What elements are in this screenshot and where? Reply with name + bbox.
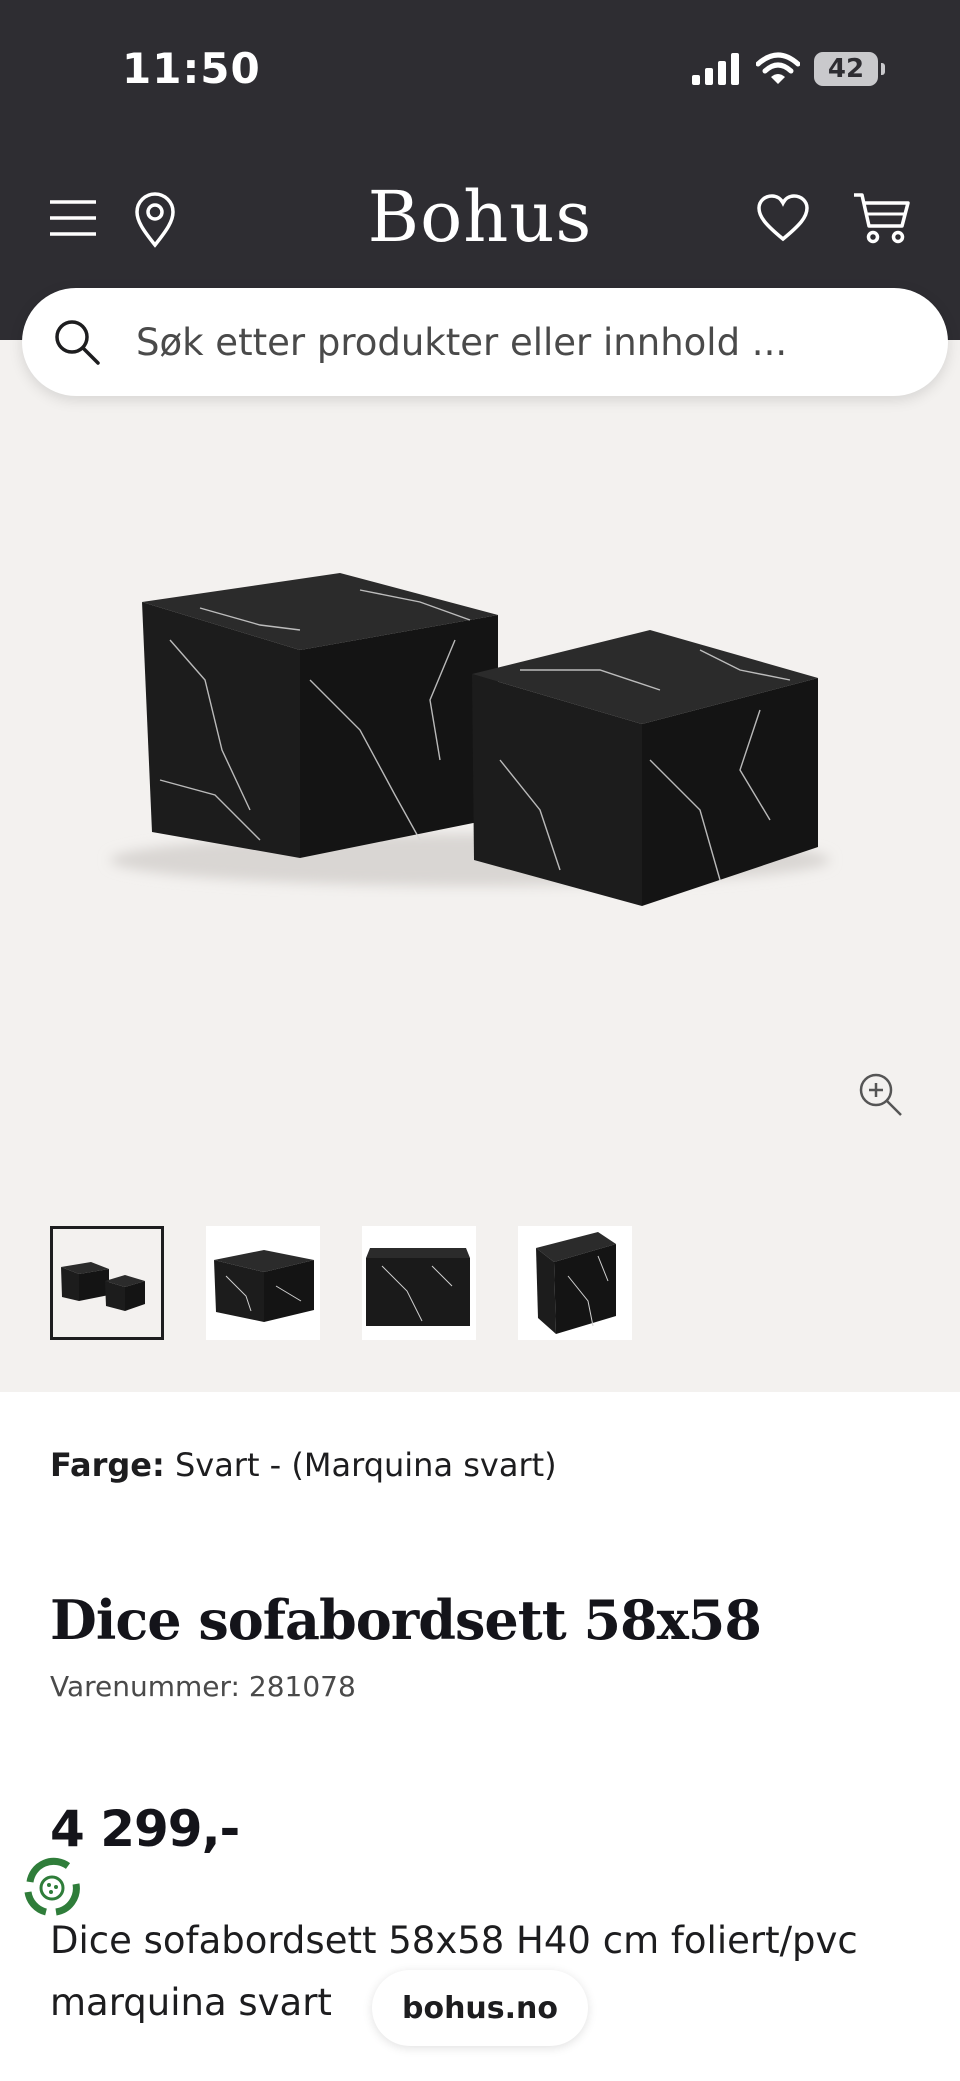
product-gallery — [0, 340, 960, 1392]
cart-button[interactable] — [850, 188, 914, 248]
thumbnail-3-image — [366, 1248, 470, 1326]
zoom-in-icon — [859, 1073, 902, 1116]
recycle-icon — [19, 1855, 85, 1921]
color-selector[interactable]: Farge: Svart - (Marquina svart) — [50, 1446, 557, 1484]
status-time: 11:50 — [122, 44, 261, 93]
product-main-image[interactable] — [0, 340, 960, 1100]
thumbnail-2[interactable] — [206, 1226, 320, 1340]
heart-icon — [757, 194, 809, 242]
status-icons: 42 — [692, 52, 885, 86]
thumbnail-1[interactable] — [50, 1226, 164, 1340]
search-input[interactable] — [136, 320, 896, 364]
thumbnail-4[interactable] — [518, 1226, 632, 1340]
cart-icon — [854, 193, 910, 244]
signal-icon — [692, 53, 739, 85]
eco-badge[interactable] — [16, 1852, 88, 1924]
product-price: 4 299,- — [50, 1800, 240, 1858]
product-title: Dice sofabordsett 58x58 — [50, 1588, 762, 1652]
search-bar[interactable] — [22, 288, 948, 396]
browser-url-pill[interactable]: bohus.no — [372, 1970, 588, 2046]
thumbnail-1-image — [61, 1262, 145, 1311]
color-label: Farge: — [50, 1446, 165, 1484]
thumbnail-3[interactable] — [362, 1226, 476, 1340]
thumbnail-2-image — [214, 1250, 314, 1322]
thumbnail-4-image — [536, 1232, 616, 1334]
zoom-button[interactable] — [856, 1070, 906, 1120]
battery-indicator: 42 — [814, 52, 885, 86]
search-icon — [55, 320, 100, 365]
color-value: Svart - (Marquina svart) — [174, 1446, 557, 1484]
wifi-icon — [756, 52, 800, 84]
wishlist-button[interactable] — [754, 190, 812, 246]
brand-logo[interactable]: Bohus — [0, 176, 960, 258]
product-sku: Varenummer: 281078 — [50, 1670, 356, 1703]
